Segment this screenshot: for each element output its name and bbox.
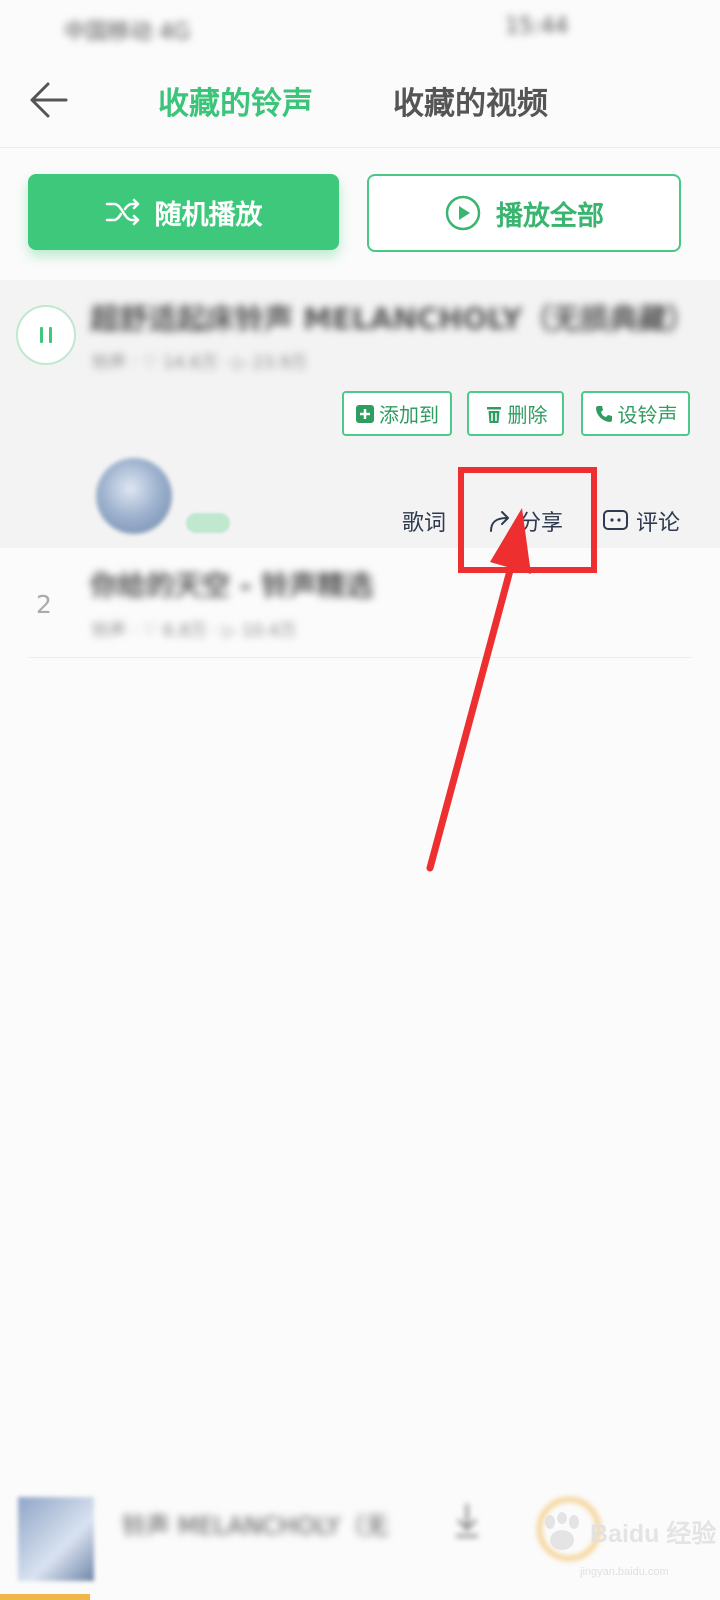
annotation-arrow xyxy=(426,508,531,872)
